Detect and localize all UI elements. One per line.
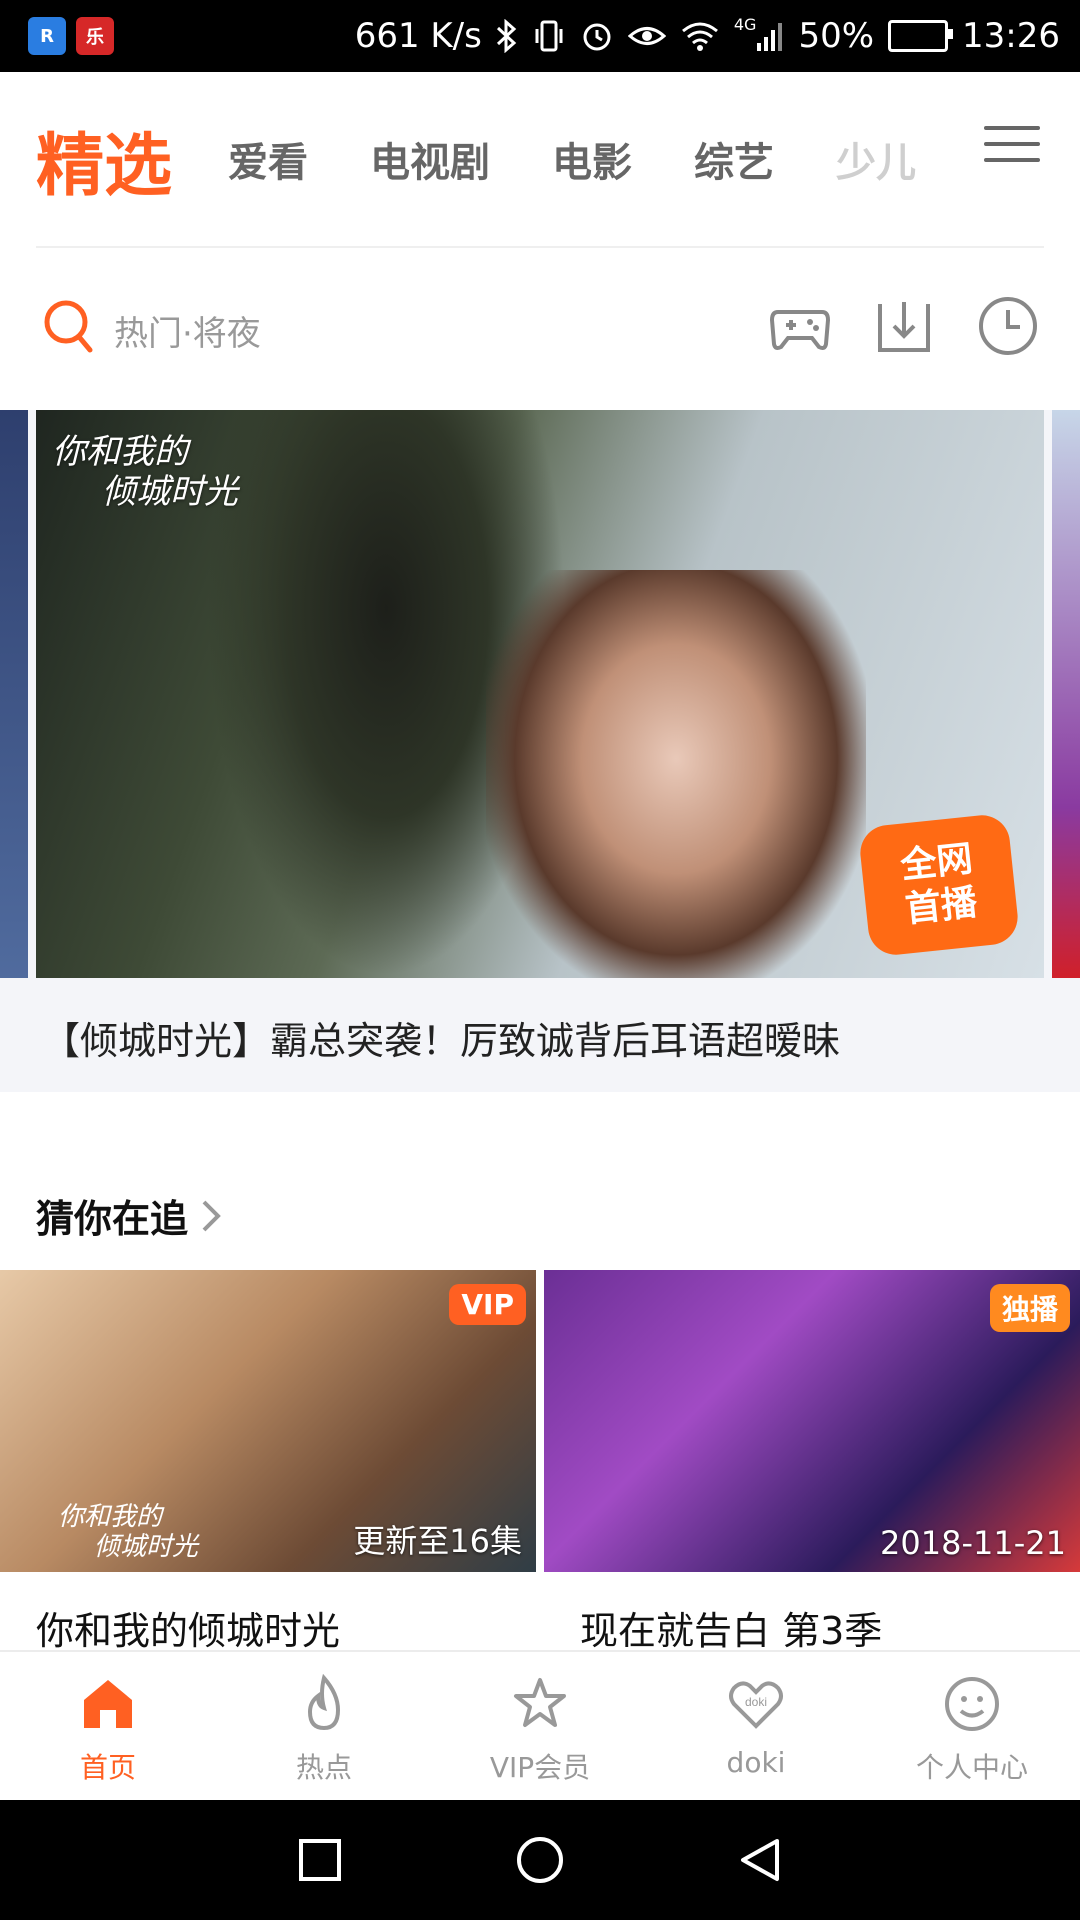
nav-home[interactable]: 首页 xyxy=(0,1652,216,1802)
banner-caption[interactable]: 【倾城时光】霸总突袭！厉致诚背后耳语超暧昧 xyxy=(42,1010,840,1065)
status-bar: R 乐 661 K/s 4G 50% 13:26 xyxy=(0,0,1080,72)
search-input[interactable]: 热门·将夜 xyxy=(114,306,261,355)
card-show-logo: 你和我的 倾城时光 xyxy=(58,1502,199,1562)
home-icon xyxy=(84,1680,132,1728)
nav-trending[interactable]: 热点 xyxy=(216,1652,432,1802)
history-clock-icon[interactable] xyxy=(976,294,1040,358)
bluetooth-icon xyxy=(496,19,518,53)
system-nav-bar xyxy=(0,1800,1080,1920)
eye-icon xyxy=(627,19,666,53)
search-row: 热门·将夜 xyxy=(0,248,1080,408)
vibrate-icon xyxy=(532,19,566,53)
battery-percent: 50% xyxy=(798,16,875,56)
episode-status: 更新至16集 xyxy=(353,1522,522,1560)
status-app-icons: R 乐 xyxy=(28,17,114,55)
banner-prev-peek[interactable] xyxy=(0,410,28,978)
section-header-following[interactable]: 猜你在追 xyxy=(36,1188,222,1243)
menu-icon[interactable] xyxy=(984,126,1040,166)
signal-icon: 4G xyxy=(734,15,785,51)
status-indicators: 661 K/s 4G 50% 13:26 xyxy=(354,15,1060,57)
battery-icon xyxy=(888,20,954,52)
nav-label: VIP会员 xyxy=(489,1751,591,1784)
card-title[interactable]: 你和我的倾城时光 xyxy=(0,1600,536,1655)
nav-label: 首页 xyxy=(79,1751,136,1784)
air-date: 2018-11-21 xyxy=(880,1524,1066,1562)
search-icon[interactable] xyxy=(42,298,96,356)
card-thumbnail[interactable]: VIP 你和我的 倾城时光 更新至16集 xyxy=(0,1270,536,1572)
nav-label: 热点 xyxy=(295,1751,352,1784)
nav-profile[interactable]: 个人中心 xyxy=(864,1652,1080,1802)
card-thumbnail[interactable]: 独播 2018-11-21 xyxy=(544,1270,1080,1572)
premiere-badge: 全网 首播 xyxy=(857,812,1021,958)
tab-variety[interactable]: 综艺 xyxy=(694,130,774,188)
recent-apps-icon[interactable] xyxy=(295,1835,345,1885)
network-type: 4G xyxy=(733,14,757,34)
tab-favorites[interactable]: 爱看 xyxy=(228,130,308,188)
clock: 13:26 xyxy=(962,16,1060,56)
network-speed: 661 K/s xyxy=(354,16,482,56)
smiley-icon xyxy=(945,1677,999,1731)
nav-label: 个人中心 xyxy=(915,1751,1028,1784)
tab-featured[interactable]: 精选 xyxy=(36,110,172,209)
flame-icon xyxy=(307,1674,341,1731)
video-card[interactable]: 独播 2018-11-21 现在就告白 第3季 xyxy=(544,1270,1080,1655)
back-triangle-icon[interactable] xyxy=(735,1835,785,1885)
card-title[interactable]: 现在就告白 第3季 xyxy=(544,1600,1080,1655)
banner-figure xyxy=(486,570,866,978)
nav-label: doki xyxy=(726,1746,786,1779)
tab-tv-series[interactable]: 电视剧 xyxy=(370,130,490,188)
alarm-icon xyxy=(580,19,614,53)
wifi-icon xyxy=(680,19,720,53)
download-icon[interactable] xyxy=(872,294,936,358)
nav-vip[interactable]: VIP会员 xyxy=(432,1652,648,1802)
app-notification-icon: 乐 xyxy=(76,17,114,55)
tab-kids[interactable]: 少儿 xyxy=(836,130,916,188)
vip-star-icon xyxy=(514,1678,566,1727)
tab-movies[interactable]: 电影 xyxy=(552,130,632,188)
banner-show-logo: 你和我的 倾城时光 xyxy=(52,432,238,512)
nav-doki[interactable]: doki doki xyxy=(648,1652,864,1802)
chevron-right-icon xyxy=(202,1200,221,1231)
banner-image[interactable]: 你和我的 倾城时光 全网 首播 xyxy=(36,410,1044,978)
gamepad-icon[interactable] xyxy=(768,294,832,358)
exclusive-badge: 独播 xyxy=(989,1284,1070,1332)
home-circle-icon[interactable] xyxy=(515,1835,565,1885)
vip-badge: VIP xyxy=(449,1284,526,1325)
app-notification-icon: R xyxy=(28,17,66,55)
bottom-nav: 首页 热点 VIP会员 doki doki 个人中心 xyxy=(0,1650,1080,1802)
category-tabs: 精选 爱看 电视剧 电影 综艺 少儿 xyxy=(0,72,1080,246)
doki-heart-icon: doki xyxy=(729,1681,783,1729)
svg-text:doki: doki xyxy=(745,1695,767,1709)
banner-next-peek[interactable] xyxy=(1052,410,1080,978)
hero-banner[interactable]: 你和我的 倾城时光 全网 首播 【倾城时光】霸总突袭！厉致诚背后耳语超暧昧 xyxy=(0,410,1080,1092)
section-title: 猜你在追 xyxy=(36,1197,189,1241)
video-card[interactable]: VIP 你和我的 倾城时光 更新至16集 你和我的倾城时光 xyxy=(0,1270,536,1655)
